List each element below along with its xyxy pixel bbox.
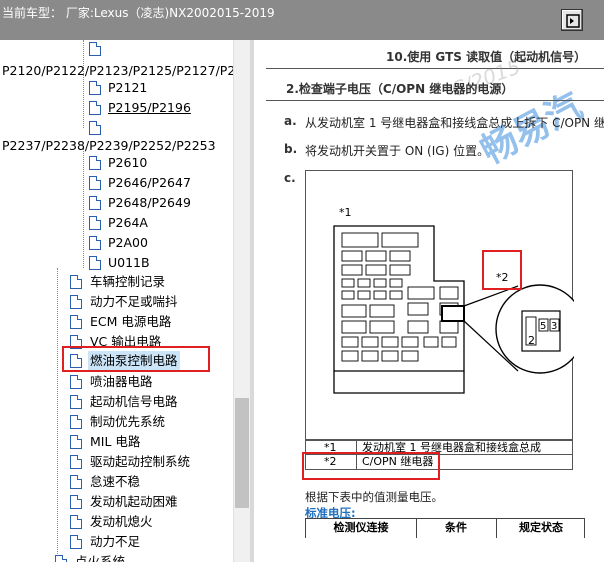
standard-voltage-table: 检测仪连接 条件 规定状态 [305, 518, 585, 538]
tree-group-ignition[interactable]: 点火系统 [0, 552, 233, 562]
tree-item-code[interactable]: P264A [0, 213, 233, 233]
tree-item-label: 动力不足 [90, 534, 141, 549]
document-icon [70, 515, 82, 529]
step-c-letter: c. [284, 171, 296, 185]
exit-icon [566, 14, 580, 28]
step-a-letter: a. [284, 114, 297, 128]
document-icon [70, 535, 82, 549]
tree-item-label: MIL 电路 [90, 434, 141, 449]
relay-box-diagram: *1 2 5 3 *2 [333, 206, 585, 394]
document-icon [70, 395, 82, 409]
tree-item-engine-stall[interactable]: 发动机熄火 [0, 512, 233, 532]
tree-item-label: 驱动起动控制系统 [90, 454, 191, 469]
legend-callout-highlight [302, 452, 440, 480]
document-icon [70, 475, 82, 489]
tree-item-code[interactable]: U011B [0, 253, 233, 273]
document-icon [70, 295, 82, 309]
document-icon [70, 495, 82, 509]
tree-item-label: ECM 电源电路 [90, 314, 172, 329]
document-icon [89, 196, 101, 210]
tree-item-brake-override[interactable]: 制动优先系统 [0, 412, 233, 432]
document-icon [89, 236, 101, 250]
document-icon [89, 176, 101, 190]
step-b-letter: b. [284, 142, 298, 156]
selected-item-highlight [62, 346, 210, 372]
window-title: 当前车型： 厂家:Lexus（凌志)NX2002015-2019 [2, 6, 275, 20]
tree-item-label: 点火系统 [75, 554, 126, 562]
tree-item-hard-start[interactable]: 发动机起动困难 [0, 492, 233, 512]
tree-item-label: 车辆控制记录 [90, 274, 166, 289]
pin-3-label: 3 [551, 321, 557, 332]
tree-item-label: P2121 [108, 80, 148, 95]
step-b-text: 将发动机开关置于 ON (IG) 位置。 [305, 144, 490, 158]
tree-item-label: 起动机信号电路 [90, 394, 178, 409]
document-icon [70, 455, 82, 469]
tree-item-label: 喷油器电路 [90, 374, 153, 389]
tree-item-starter-signal[interactable]: 起动机信号电路 [0, 392, 233, 412]
tree-item-ecm-power[interactable]: ECM 电源电路 [0, 312, 233, 332]
table-header: 规定状态 [519, 521, 563, 534]
tree-item-label: 动力不足或喘抖 [90, 294, 178, 309]
subsection-rule [266, 100, 604, 101]
section-rule [266, 68, 604, 69]
document-icon [89, 216, 101, 230]
tree-item-vehicle-control-record[interactable]: 车辆控制记录 [0, 272, 233, 292]
document-icon [89, 42, 101, 56]
tree-item-label: P264A [108, 215, 148, 230]
table-header: 条件 [445, 521, 467, 534]
document-icon [89, 81, 101, 95]
exit-button[interactable] [561, 9, 583, 31]
relay-box-figure: *1 2 5 3 *2 [305, 170, 585, 440]
document-panel: 10.使用 GTS 读取值（起动机信号） C/2015 畅易汽 2.检查端子电压… [254, 40, 604, 562]
tree-item-lack-of-power[interactable]: 动力不足 [0, 532, 233, 552]
tree-scrollbar[interactable] [233, 40, 250, 562]
tree-item-label: 怠速不稳 [90, 474, 141, 489]
title-bar: 当前车型： 厂家:Lexus（凌志)NX2002015-2019 [0, 0, 604, 40]
document-icon [89, 256, 101, 270]
tree-item-label: P2646/P2647 [108, 175, 191, 190]
figure-label-1: *1 [339, 206, 352, 219]
tree-item-label: P2610 [108, 155, 148, 170]
tree-item-partial[interactable] [0, 40, 233, 60]
table-header: 检测仪连接 [333, 521, 389, 534]
tree-item-code[interactable]: P2648/P2649 [0, 193, 233, 213]
tree-item-code[interactable]: P2A00 [0, 233, 233, 253]
tree-item-code[interactable]: P2610 [0, 153, 233, 173]
tree-item-label: P2A00 [108, 235, 148, 250]
tree-item-label: U011B [108, 255, 150, 270]
tree-panel: P2120/P2122/P2123/P2125/P2127/P2 P2121 P… [0, 40, 233, 562]
tree-item-blank[interactable] [0, 118, 233, 138]
subsection-title: 2.检查端子电压（C/OPN 继电器的电源） [286, 82, 514, 96]
scrollbar-thumb[interactable] [235, 398, 249, 508]
document-icon [70, 415, 82, 429]
tree-item-label: 发动机起动困难 [90, 494, 178, 509]
tree-item-power-loss[interactable]: 动力不足或喘抖 [0, 292, 233, 312]
section-title: 10.使用 GTS 读取值（起动机信号） [386, 50, 587, 64]
tree-item-label: P2195/P2196 [108, 100, 191, 115]
document-icon [55, 555, 67, 562]
measure-note: 根据下表中的值测量电压。 [305, 490, 443, 504]
document-icon [89, 156, 101, 170]
tree-item-drive-start-control[interactable]: 驱动起动控制系统 [0, 452, 233, 472]
tree-item-injector-circuit[interactable]: 喷油器电路 [0, 372, 233, 392]
tree-item-label: 制动优先系统 [90, 414, 166, 429]
pin-5-label: 5 [540, 321, 546, 332]
tree-item-code[interactable]: P2195/P2196 [0, 98, 233, 118]
document-icon [89, 121, 101, 135]
document-icon [70, 315, 82, 329]
tree-item-mil-circuit[interactable]: MIL 电路 [0, 432, 233, 452]
step-a-text: 从发动机室 1 号继电器盒和接线盒总成上拆下 C/OPN 继电器 [305, 116, 604, 130]
tree-item-code[interactable]: P2121 [0, 78, 233, 98]
tree-item-label: 发动机熄火 [90, 514, 153, 529]
tree-item-code[interactable]: P2646/P2647 [0, 173, 233, 193]
document-icon [89, 101, 101, 115]
document-icon [70, 275, 82, 289]
tree-item-label: P2648/P2649 [108, 195, 191, 210]
tree-item-rough-idle[interactable]: 怠速不稳 [0, 472, 233, 492]
document-icon [70, 435, 82, 449]
document-icon [70, 375, 82, 389]
pin-2-label: 2 [528, 334, 535, 347]
relay-callout-highlight [482, 250, 522, 290]
